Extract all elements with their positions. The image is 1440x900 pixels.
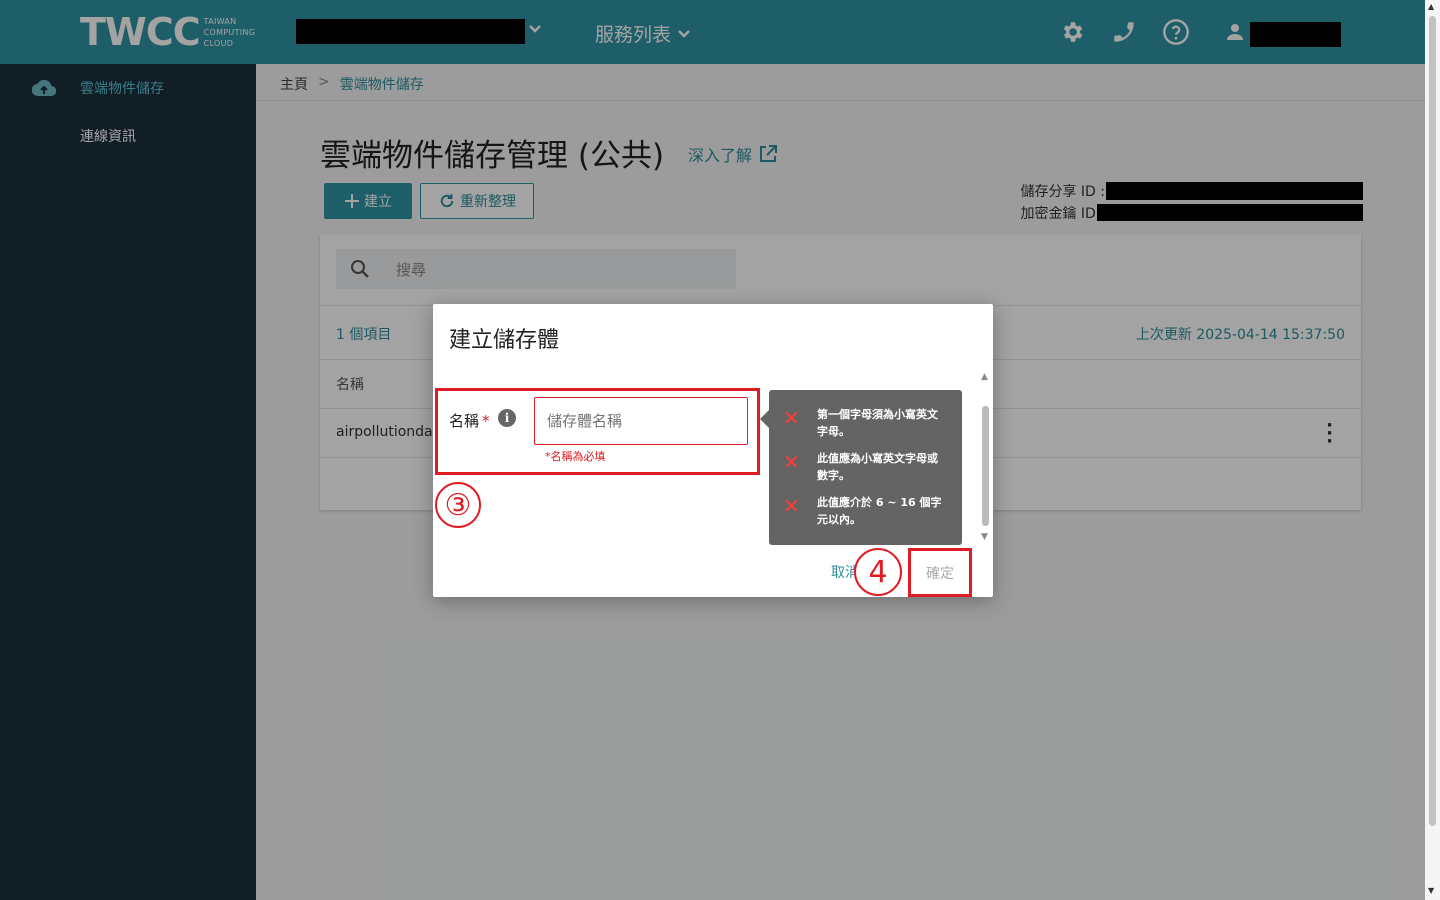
dialog-title: 建立儲存體 — [449, 328, 560, 353]
validation-rule: ✕ 第一個字母須為小寫英文字母。 — [783, 406, 938, 438]
scroll-up-arrow-icon[interactable]: ▲ — [981, 372, 988, 382]
name-field-label: 名稱 * — [449, 412, 490, 430]
close-icon: ✕ — [783, 406, 800, 430]
close-icon: ✕ — [783, 450, 800, 474]
scrollbar-thumb[interactable] — [982, 406, 989, 526]
validation-tooltip: ✕ 第一個字母須為小寫英文字母。 ✕ 此值應為小寫英文字母或數字。 ✕ 此值應介… — [760, 390, 962, 545]
error-message: *名稱為必填 — [545, 450, 606, 463]
dialog-scrollbar[interactable]: ▲ ▼ — [981, 372, 991, 544]
close-icon: ✕ — [783, 494, 800, 518]
info-icon[interactable]: i — [498, 409, 516, 427]
bucket-name-input[interactable] — [534, 397, 748, 445]
required-mark: * — [482, 412, 490, 430]
scroll-down-arrow-icon[interactable]: ▼ — [981, 532, 988, 542]
scrollbar-thumb[interactable] — [1429, 16, 1436, 826]
step-marker-3: ③ — [435, 482, 481, 528]
validation-rule: ✕ 此值應為小寫英文字母或數字。 — [783, 450, 938, 482]
scroll-down-arrow-icon[interactable]: ▼ — [1428, 886, 1434, 895]
validation-rule: ✕ 此值應介於 6 ~ 16 個字元以內。 — [783, 494, 942, 526]
confirm-button[interactable]: 確定 — [908, 548, 972, 597]
step-marker-4: 4 — [854, 548, 902, 596]
page-scrollbar[interactable]: ▲ ▼ — [1425, 0, 1440, 900]
create-bucket-dialog: 建立儲存體 名稱* i *名稱為必填 ③ ✕ 第一個字母須為小寫英文字母。 ✕ … — [433, 304, 993, 597]
scroll-up-arrow-icon[interactable]: ▲ — [1428, 2, 1434, 11]
